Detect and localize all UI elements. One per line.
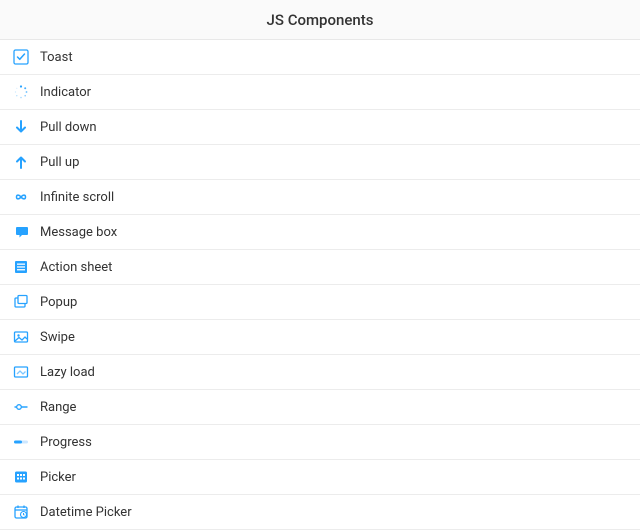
component-list: Toast Indicator Pull down Pull up xyxy=(0,40,640,530)
sheet-icon xyxy=(12,258,30,276)
list-item-label: Lazy load xyxy=(40,365,95,380)
list-item-label: Swipe xyxy=(40,330,75,345)
list-item-label: Infinite scroll xyxy=(40,190,114,205)
list-item-lazy-load[interactable]: Lazy load xyxy=(0,355,640,390)
message-icon xyxy=(12,223,30,241)
list-item-label: Range xyxy=(40,400,76,415)
list-item-label: Pull down xyxy=(40,120,97,135)
progress-icon xyxy=(12,433,30,451)
popup-icon xyxy=(12,293,30,311)
list-item-datetime-picker[interactable]: Datetime Picker xyxy=(0,495,640,530)
spinner-icon xyxy=(12,83,30,101)
list-item-label: Toast xyxy=(40,50,73,65)
arrow-up-icon xyxy=(12,153,30,171)
list-item-range[interactable]: Range xyxy=(0,390,640,425)
list-item-picker[interactable]: Picker xyxy=(0,460,640,495)
picker-icon xyxy=(12,468,30,486)
list-item-pull-up[interactable]: Pull up xyxy=(0,145,640,180)
list-item-label: Progress xyxy=(40,435,92,450)
list-item-action-sheet[interactable]: Action sheet xyxy=(0,250,640,285)
list-item-label: Datetime Picker xyxy=(40,505,132,520)
list-item-infinite-scroll[interactable]: Infinite scroll xyxy=(0,180,640,215)
list-item-label: Action sheet xyxy=(40,260,112,275)
list-item-toast[interactable]: Toast xyxy=(0,40,640,75)
list-item-label: Popup xyxy=(40,295,77,310)
lazy-icon xyxy=(12,363,30,381)
range-icon xyxy=(12,398,30,416)
list-item-label: Pull up xyxy=(40,155,79,170)
datetime-icon xyxy=(12,503,30,521)
infinity-icon xyxy=(12,188,30,206)
list-item-indicator[interactable]: Indicator xyxy=(0,75,640,110)
list-item-progress[interactable]: Progress xyxy=(0,425,640,460)
list-item-pull-down[interactable]: Pull down xyxy=(0,110,640,145)
check-square-icon xyxy=(12,48,30,66)
list-item-label: Indicator xyxy=(40,85,91,100)
list-item-swipe[interactable]: Swipe xyxy=(0,320,640,355)
list-item-label: Picker xyxy=(40,470,76,485)
list-item-popup[interactable]: Popup xyxy=(0,285,640,320)
arrow-down-icon xyxy=(12,118,30,136)
list-item-message-box[interactable]: Message box xyxy=(0,215,640,250)
page-title: JS Components xyxy=(0,0,640,40)
image-icon xyxy=(12,328,30,346)
list-item-label: Message box xyxy=(40,225,117,240)
